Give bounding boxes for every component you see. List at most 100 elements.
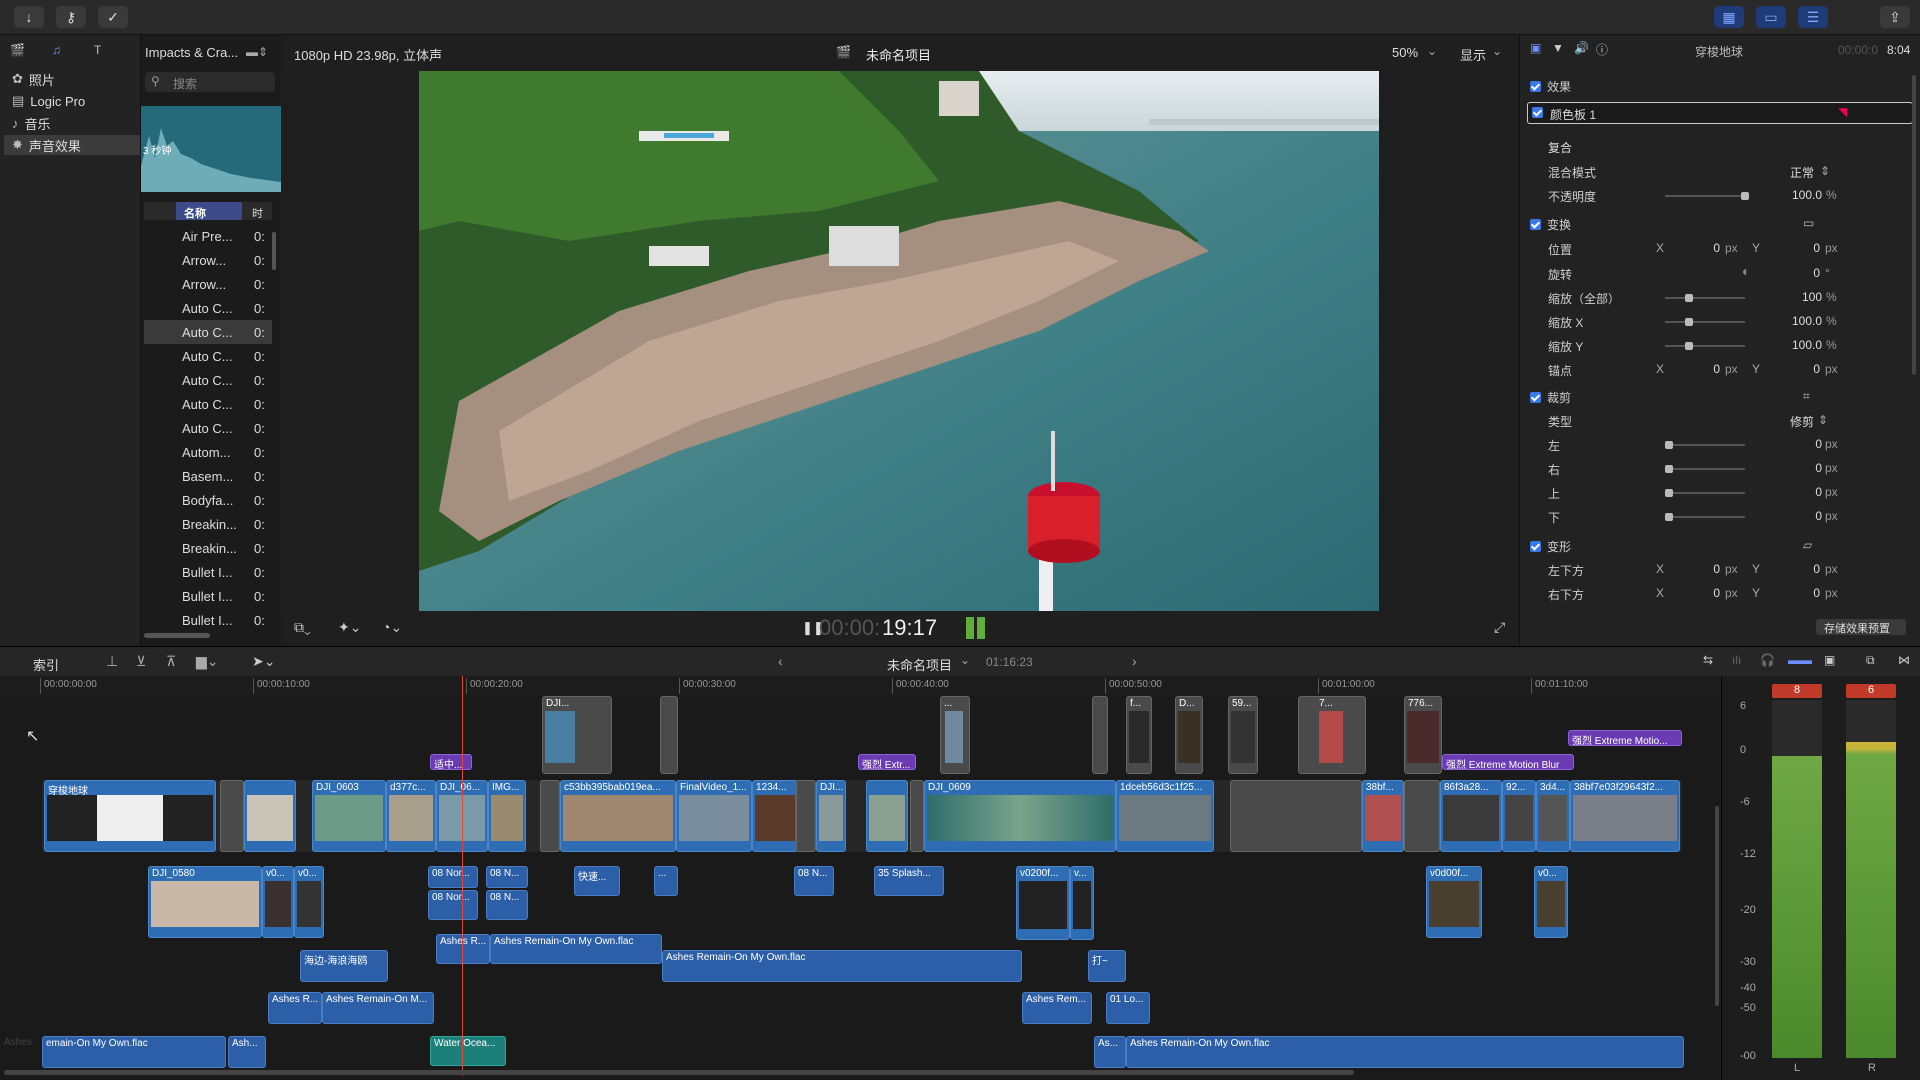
list-item[interactable]: Basem... 0:: [144, 464, 272, 488]
playhead[interactable]: [462, 676, 463, 1076]
audio-skimming-icon[interactable]: ılı: [1732, 653, 1741, 667]
right-peak-indicator[interactable]: 6: [1846, 684, 1896, 698]
title-clip[interactable]: 强烈 Extreme Motion Blur: [1442, 754, 1574, 770]
video-clip[interactable]: [660, 696, 678, 774]
crop-left-slider[interactable]: [1665, 441, 1745, 449]
list-item[interactable]: Auto C... 0:: [144, 392, 272, 416]
transition[interactable]: [910, 780, 924, 852]
scale-all-value[interactable]: 100: [1780, 290, 1822, 304]
column-name-header[interactable]: 名称: [176, 202, 242, 220]
crop-right-slider[interactable]: [1665, 465, 1745, 473]
timeline-ruler[interactable]: 00:00:00:00 00:00:10:00 00:00:20:00 00:00:3…: [0, 676, 1720, 696]
solo-icon[interactable]: 🎧: [1760, 653, 1775, 667]
crop-type-select[interactable]: 修剪: [1790, 413, 1814, 430]
timecode-display[interactable]: 19:17: [882, 615, 937, 641]
browser-h-scrollbar[interactable]: [144, 633, 210, 638]
transition[interactable]: [1404, 780, 1440, 852]
crop-right-value[interactable]: 0: [1780, 461, 1822, 475]
list-item[interactable]: Autom... 0:: [144, 440, 272, 464]
audio-clip[interactable]: Ashes R...: [436, 934, 490, 964]
forward-arrow-icon[interactable]: ›: [1132, 653, 1137, 669]
list-item[interactable]: Auto C... 0:: [144, 344, 272, 368]
position-y-value[interactable]: 0: [1780, 241, 1820, 255]
video-viewer[interactable]: [419, 71, 1379, 611]
list-item[interactable]: Auto C... 0:: [144, 320, 272, 344]
rotation-value[interactable]: 0: [1780, 266, 1820, 280]
scale-all-slider[interactable]: [1665, 294, 1745, 302]
background-tasks-icon[interactable]: ✓: [98, 6, 128, 28]
video-clip[interactable]: 86f3a28...: [1440, 780, 1502, 852]
video-clip[interactable]: DJI_0580: [148, 866, 262, 938]
left-peak-indicator[interactable]: 8: [1772, 684, 1822, 698]
video-clip[interactable]: [1092, 696, 1108, 774]
effect-checkbox[interactable]: [1532, 107, 1543, 118]
snapping-icon[interactable]: ▬▬: [1788, 653, 1812, 667]
crop-left-value[interactable]: 0: [1780, 437, 1822, 451]
sidebar-item-sound-effects[interactable]: ✸ 声音效果: [4, 135, 140, 155]
sidebar-item-music[interactable]: ♪ 音乐: [12, 113, 51, 133]
transform-checkbox[interactable]: [1530, 218, 1541, 230]
inspector-toggle-icon[interactable]: ☰: [1798, 6, 1828, 28]
timeline-area[interactable]: DJI... ... f... D... 59... 7... 776... 适…: [0, 676, 1720, 1080]
video-clip[interactable]: v0d00f...: [1426, 866, 1482, 938]
effect-color-board[interactable]: 颜色板 1 ◥: [1527, 102, 1913, 124]
audio-clip[interactable]: Ashes Remain-On My Own.flac: [490, 934, 662, 964]
import-icon[interactable]: ↓: [14, 6, 44, 28]
info-inspector-icon[interactable]: ⓘ: [1596, 41, 1608, 58]
video-clip[interactable]: FinalVideo_1...: [676, 780, 752, 852]
anchor-x-value[interactable]: 0: [1680, 362, 1720, 376]
video-clip[interactable]: [866, 780, 908, 852]
anchor-y-value[interactable]: 0: [1780, 362, 1820, 376]
audio-clip[interactable]: Ash...: [228, 1036, 266, 1068]
list-item[interactable]: Bullet I... 0:: [144, 560, 272, 584]
transform-onscreen-icon[interactable]: ▭: [1803, 216, 1814, 230]
scale-x-slider[interactable]: [1665, 318, 1745, 326]
effects-browser-icon[interactable]: ⧉: [1866, 653, 1875, 668]
search-field[interactable]: ⚲ 搜索: [145, 72, 275, 92]
audio-waveform-preview[interactable]: 3 秒钟: [141, 106, 281, 192]
distort-checkbox[interactable]: [1530, 540, 1541, 552]
video-clip[interactable]: DJI...: [816, 780, 846, 852]
list-item[interactable]: Arrow... 0:: [144, 272, 272, 296]
video-clip[interactable]: ...: [940, 696, 970, 774]
photos-audio-icon[interactable]: ♫: [52, 43, 72, 61]
video-clip[interactable]: [244, 780, 296, 852]
titles-generators-icon[interactable]: T: [94, 43, 114, 61]
scale-x-value[interactable]: 100.0: [1760, 314, 1822, 328]
display-menu[interactable]: 显示: [1460, 45, 1486, 64]
video-clip[interactable]: 59...: [1228, 696, 1258, 774]
back-arrow-icon[interactable]: ‹: [778, 653, 783, 669]
zoom-select[interactable]: 50%: [1392, 45, 1418, 60]
inspector-scrollbar[interactable]: [1912, 75, 1916, 375]
skimming-icon[interactable]: ⇆: [1703, 653, 1713, 667]
list-item[interactable]: Breakin... 0:: [144, 512, 272, 536]
video-clip[interactable]: 7...: [1298, 696, 1366, 774]
list-scrollbar[interactable]: [272, 232, 276, 270]
effects-checkbox[interactable]: [1530, 80, 1541, 92]
video-clip[interactable]: 38bf...: [1362, 780, 1404, 852]
position-x-value[interactable]: 0: [1680, 241, 1720, 255]
video-clip[interactable]: 1234...: [752, 780, 798, 852]
insert-clip-icon[interactable]: ⊻: [136, 653, 146, 670]
crop-bottom-slider[interactable]: [1665, 513, 1745, 521]
audio-clip[interactable]: Ashes Remain-On My Own.flac: [1126, 1036, 1684, 1068]
color-board-icon[interactable]: ◥: [1838, 105, 1847, 119]
audio-clip[interactable]: Ashes R...: [268, 992, 322, 1024]
audio-clip[interactable]: 海边-海浪海鸥: [300, 950, 388, 982]
list-item[interactable]: Bullet I... 0:: [144, 584, 272, 608]
color-inspector-icon[interactable]: ▼: [1552, 41, 1564, 55]
transition[interactable]: [220, 780, 244, 852]
fullscreen-icon[interactable]: ⤢: [1494, 619, 1505, 636]
transform-tool-icon[interactable]: ⧉⌄: [294, 619, 311, 636]
gap-clip[interactable]: [1230, 780, 1362, 852]
list-item[interactable]: Auto C... 0:: [144, 296, 272, 320]
timeline-h-scrollbar[interactable]: [4, 1070, 1354, 1075]
list-item[interactable]: Auto C... 0:: [144, 416, 272, 440]
sidebar-item-photos[interactable]: ✿ 照片: [12, 69, 55, 89]
video-clip[interactable]: v0...: [262, 866, 294, 938]
audio-clip[interactable]: 35 Splash...: [874, 866, 944, 896]
list-item[interactable]: Air Pre... 0:: [144, 224, 272, 248]
audio-clip[interactable]: Ashes Rem...: [1022, 992, 1092, 1024]
transform-section[interactable]: 变换: [1530, 213, 1900, 235]
crop-top-slider[interactable]: [1665, 489, 1745, 497]
